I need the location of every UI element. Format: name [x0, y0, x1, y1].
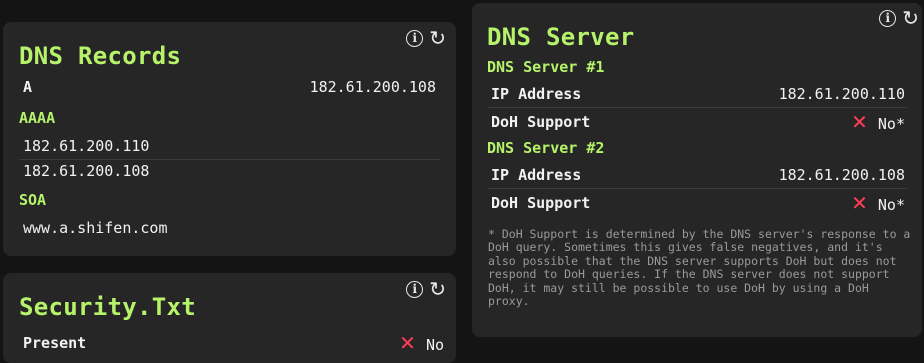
- doh-support-value: ✕ No*: [851, 191, 905, 215]
- dns-server-card: i ↻ DNS Server DNS Server #1 IP Address …: [472, 3, 922, 337]
- soa-record-value: www.a.shifen.com: [23, 219, 168, 237]
- card-tools: i ↻: [406, 279, 446, 299]
- doh-support-label: DoH Support: [491, 113, 591, 131]
- soa-record-heading: SOA: [19, 191, 47, 209]
- present-value: ✕ No: [399, 331, 444, 355]
- doh-support-label: DoH Support: [491, 194, 591, 212]
- aaaa-record-heading: AAAA: [19, 109, 56, 127]
- info-icon[interactable]: i: [406, 29, 424, 47]
- refresh-icon[interactable]: ↻: [429, 28, 446, 48]
- info-icon[interactable]: i: [879, 9, 897, 27]
- aaaa-record-value: 182.61.200.110: [23, 137, 150, 155]
- ip-address-value: 182.61.200.110: [778, 85, 905, 103]
- cross-icon: ✕: [851, 191, 868, 215]
- ip-address-row: IP Address 182.61.200.110: [491, 85, 905, 103]
- security-txt-card: i ↻ Security.Txt Present ✕ No: [3, 273, 456, 363]
- card-title: Security.Txt: [19, 293, 196, 321]
- present-label: Present: [23, 334, 87, 352]
- card-title: DNS Records: [19, 42, 182, 70]
- row-divider: [487, 107, 907, 108]
- card-tools: i ↻: [879, 8, 919, 28]
- ip-address-label: IP Address: [491, 166, 582, 184]
- cross-icon: ✕: [399, 331, 416, 355]
- dns-records-card: i ↻ DNS Records A 182.61.200.108 AAAA 18…: [3, 22, 456, 256]
- row-divider: [487, 188, 907, 189]
- a-record-value: 182.61.200.108: [309, 78, 436, 96]
- a-record-label: A: [23, 78, 33, 96]
- cross-icon: ✕: [851, 110, 868, 134]
- dns-server-heading: DNS Server #2: [487, 139, 605, 157]
- card-tools: i ↻: [406, 28, 446, 48]
- doh-support-row: DoH Support ✕ No*: [491, 191, 905, 215]
- refresh-icon[interactable]: ↻: [429, 279, 446, 299]
- ip-address-value: 182.61.200.108: [778, 166, 905, 184]
- doh-footnote: * DoH Support is determined by the DNS s…: [488, 227, 911, 309]
- a-record-row: A 182.61.200.108: [23, 78, 436, 96]
- doh-support-row: DoH Support ✕ No*: [491, 110, 905, 134]
- card-title: DNS Server: [487, 23, 635, 51]
- ip-address-row: IP Address 182.61.200.108: [491, 166, 905, 184]
- ip-address-label: IP Address: [491, 85, 582, 103]
- row-divider: [19, 159, 440, 160]
- refresh-icon[interactable]: ↻: [902, 8, 919, 28]
- doh-support-value: ✕ No*: [851, 110, 905, 134]
- aaaa-record-value: 182.61.200.108: [23, 162, 150, 180]
- present-row: Present ✕ No: [23, 331, 444, 355]
- dns-server-heading: DNS Server #1: [487, 58, 605, 76]
- info-icon[interactable]: i: [406, 280, 424, 298]
